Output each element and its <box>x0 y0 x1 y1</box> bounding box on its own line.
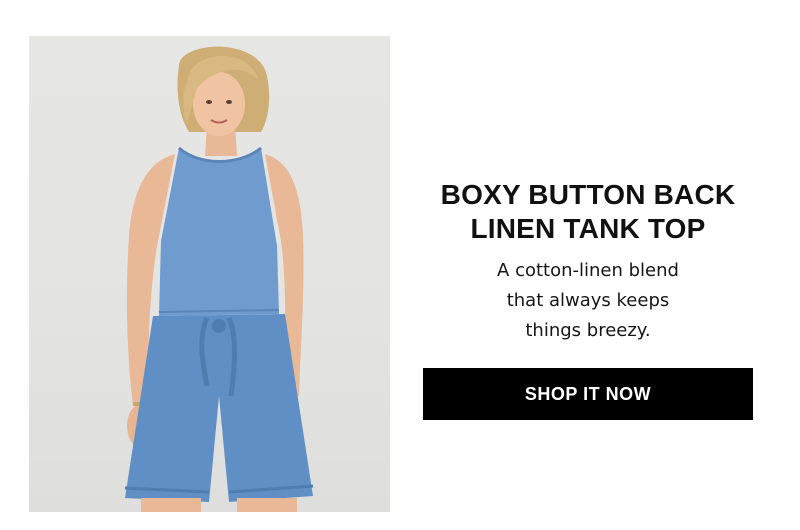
description-line-3: things breezy. <box>525 320 651 341</box>
shop-it-now-button[interactable]: SHOP IT NOW <box>423 368 753 420</box>
promo-banner: BOXY BUTTON BACK LINEN TANK TOP A cotton… <box>0 0 800 530</box>
description-line-2: that always keeps <box>506 290 670 311</box>
product-description: A cotton-linen blend that always keeps t… <box>473 256 703 346</box>
product-headline: BOXY BUTTON BACK LINEN TANK TOP <box>420 178 756 246</box>
headline-line-1: BOXY BUTTON BACK <box>440 179 736 210</box>
headline-line-2: LINEN TANK TOP <box>470 213 706 244</box>
description-line-1: A cotton-linen blend <box>497 260 679 281</box>
model-illustration <box>124 46 314 512</box>
promo-copy: BOXY BUTTON BACK LINEN TANK TOP A cotton… <box>420 178 756 346</box>
product-photo[interactable] <box>29 36 390 512</box>
